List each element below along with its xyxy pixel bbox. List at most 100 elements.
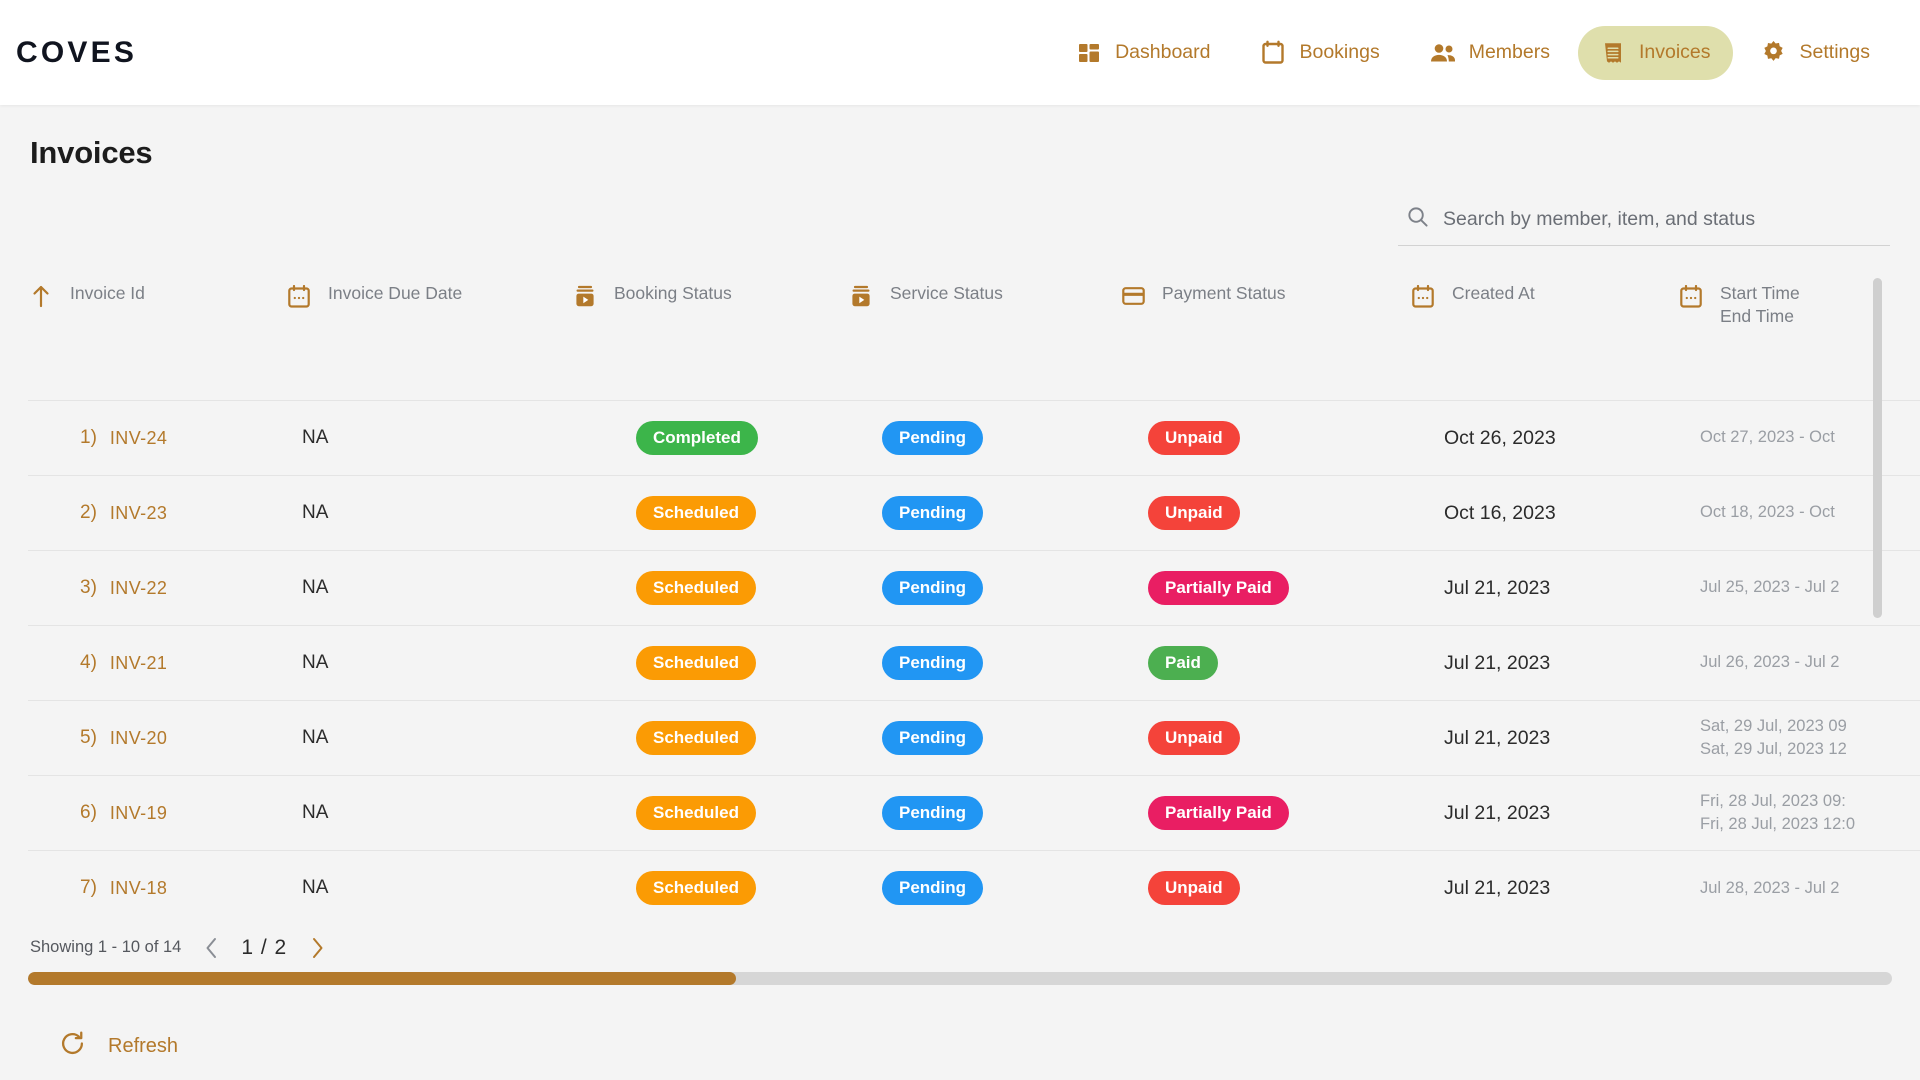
invoice-id-link[interactable]: INV-24 [110, 428, 167, 449]
invoice-id-link[interactable]: INV-21 [110, 653, 167, 674]
start-time-text: Sat, 29 Jul, 2023 09 [1700, 716, 1847, 735]
status-badge-service: Pending [882, 421, 984, 456]
table-horizontal-scrollbar-thumb[interactable] [28, 971, 737, 985]
search-input[interactable] [1443, 207, 1888, 231]
table-row[interactable]: 2) INV-23 NA Scheduled Pending Unpaid Oct 16, … [28, 475, 1920, 551]
nav-item-invoices[interactable]: Invoices [1577, 25, 1733, 80]
cell-service-status: Pending [848, 475, 1120, 551]
row-index: 3) [80, 577, 97, 599]
table-row[interactable]: 7) INV-18 NA Scheduled Pending Unpaid Jul 21, … [28, 850, 1920, 926]
top-navigation-bar: COVES Dashboard Bookings Members Invoice… [0, 0, 1920, 105]
status-badge-service: Pending [882, 721, 984, 756]
status-badge-payment: Unpaid [1148, 421, 1240, 456]
column-header-invoice-id[interactable]: Invoice Id [28, 268, 286, 401]
column-header-booking-status[interactable]: Booking Status [572, 268, 848, 401]
row-index: 1) [80, 427, 97, 449]
invoice-id-link[interactable]: INV-23 [110, 503, 167, 524]
status-badge-booking: Scheduled [636, 796, 756, 831]
cell-start-end-time: Oct 27, 2023 - Oct [1678, 400, 1920, 476]
start-time-text: Jul 25, 2023 - Jul 2 [1700, 578, 1840, 597]
status-badge-payment: Unpaid [1148, 871, 1240, 906]
people-icon [1430, 40, 1456, 66]
cell-start-end-time: Oct 18, 2023 - Oct [1678, 475, 1920, 551]
invoice-id-link[interactable]: INV-18 [110, 878, 167, 899]
status-badge-service: Pending [882, 496, 984, 531]
column-header-service-status[interactable]: Service Status [848, 268, 1120, 401]
nav-label-dashboard: Dashboard [1115, 41, 1211, 63]
receipt-icon [1600, 40, 1626, 66]
dashboard-icon [1076, 40, 1102, 66]
status-badge-service: Pending [882, 796, 984, 831]
sort-arrow-up-icon[interactable] [28, 283, 54, 309]
nav-item-members[interactable]: Members [1408, 26, 1572, 80]
cell-invoice-due-date: NA [286, 550, 572, 626]
table-row[interactable]: 3) INV-22 NA Scheduled Pending Partially Paid… [28, 550, 1920, 626]
start-time-text: Fri, 28 Jul, 2023 09: [1700, 791, 1846, 810]
refresh-button[interactable]: Refresh [28, 1031, 178, 1062]
start-time-text: Jul 26, 2023 - Jul 2 [1700, 653, 1840, 672]
refresh-label: Refresh [108, 1034, 179, 1057]
prev-page-button[interactable] [199, 936, 223, 960]
column-header-invoice-due-date[interactable]: Invoice Due Date [286, 268, 572, 401]
column-header-start-end-time[interactable]: Start Time End Time [1678, 268, 1920, 401]
cell-invoice-id[interactable]: 6) INV-19 [28, 775, 286, 851]
status-badge-payment: Unpaid [1148, 496, 1240, 531]
status-badge-booking: Scheduled [636, 571, 756, 606]
column-label-invoice-id: Invoice Id [70, 283, 145, 303]
cell-invoice-id[interactable]: 7) INV-18 [28, 850, 286, 926]
status-badge-service: Pending [882, 871, 984, 906]
cell-payment-status: Unpaid [1120, 400, 1410, 476]
invoice-id-link[interactable]: INV-22 [110, 578, 167, 599]
status-badge-booking: Scheduled [636, 721, 756, 756]
calendar-icon [286, 283, 312, 309]
next-page-button[interactable] [305, 936, 329, 960]
cell-created-at: Jul 21, 2023 [1410, 700, 1678, 776]
calendar-icon [1260, 40, 1286, 66]
nav-item-dashboard[interactable]: Dashboard [1054, 26, 1232, 80]
search-icon [1406, 205, 1429, 233]
table-row[interactable]: 4) INV-21 NA Scheduled Pending Paid Jul 21, 20… [28, 625, 1920, 701]
cell-invoice-id[interactable]: 2) INV-23 [28, 475, 286, 551]
cell-start-end-time: Jul 25, 2023 - Jul 2 [1678, 550, 1920, 626]
brand-logo: COVES [16, 35, 138, 69]
search-box[interactable] [1398, 199, 1890, 246]
cell-booking-status: Scheduled [572, 475, 848, 551]
column-label-start-time: Start Time [1720, 283, 1800, 303]
table-vertical-scrollbar-thumb[interactable] [1873, 278, 1882, 618]
calendar-icon [1410, 283, 1436, 309]
row-index: 4) [80, 652, 97, 674]
nav-item-bookings[interactable]: Bookings [1238, 26, 1401, 80]
cell-invoice-id[interactable]: 3) INV-22 [28, 550, 286, 626]
nav-item-settings[interactable]: Settings [1739, 26, 1892, 80]
cell-booking-status: Scheduled [572, 850, 848, 926]
status-badge-booking: Scheduled [636, 646, 756, 681]
table-horizontal-scrollbar-track[interactable] [28, 971, 1892, 985]
cell-invoice-id[interactable]: 4) INV-21 [28, 625, 286, 701]
status-badge-payment: Paid [1148, 646, 1218, 681]
column-label-booking-status: Booking Status [614, 283, 732, 303]
calendar-icon [1678, 283, 1704, 309]
invoice-id-link[interactable]: INV-20 [110, 728, 167, 749]
invoice-id-link[interactable]: INV-19 [110, 803, 167, 824]
search-row [28, 199, 1892, 246]
column-label-end-time: End Time [1720, 306, 1794, 327]
column-header-payment-status[interactable]: Payment Status [1120, 268, 1410, 401]
status-badge-booking: Completed [636, 421, 758, 456]
cell-invoice-id[interactable]: 1) INV-24 [28, 400, 286, 476]
cell-invoice-due-date: NA [286, 625, 572, 701]
table-head: Invoice Id Invoice Due Date Booking Stat… [28, 268, 1920, 401]
table-row[interactable]: 5) INV-20 NA Scheduled Pending Unpaid Jul 21, … [28, 700, 1920, 776]
cell-start-end-time: Jul 28, 2023 - Jul 2 [1678, 850, 1920, 926]
cell-invoice-id[interactable]: 5) INV-20 [28, 700, 286, 776]
showing-count: Showing 1 - 10 of 14 [30, 938, 182, 957]
table-body: 1) INV-24 NA Completed Pending Unpaid Oct 26, … [28, 400, 1920, 926]
cell-invoice-due-date: NA [286, 400, 572, 476]
column-header-created-at[interactable]: Created At [1410, 268, 1678, 401]
table-row[interactable]: 6) INV-19 NA Scheduled Pending Partially Paid… [28, 775, 1920, 851]
main-nav: Dashboard Bookings Members Invoices Sett… [1054, 25, 1892, 80]
status-badge-payment: Partially Paid [1148, 571, 1289, 606]
row-index: 6) [80, 802, 97, 824]
status-badge-service: Pending [882, 646, 984, 681]
table-row[interactable]: 1) INV-24 NA Completed Pending Unpaid Oct 26, … [28, 400, 1920, 476]
cell-invoice-due-date: NA [286, 775, 572, 851]
